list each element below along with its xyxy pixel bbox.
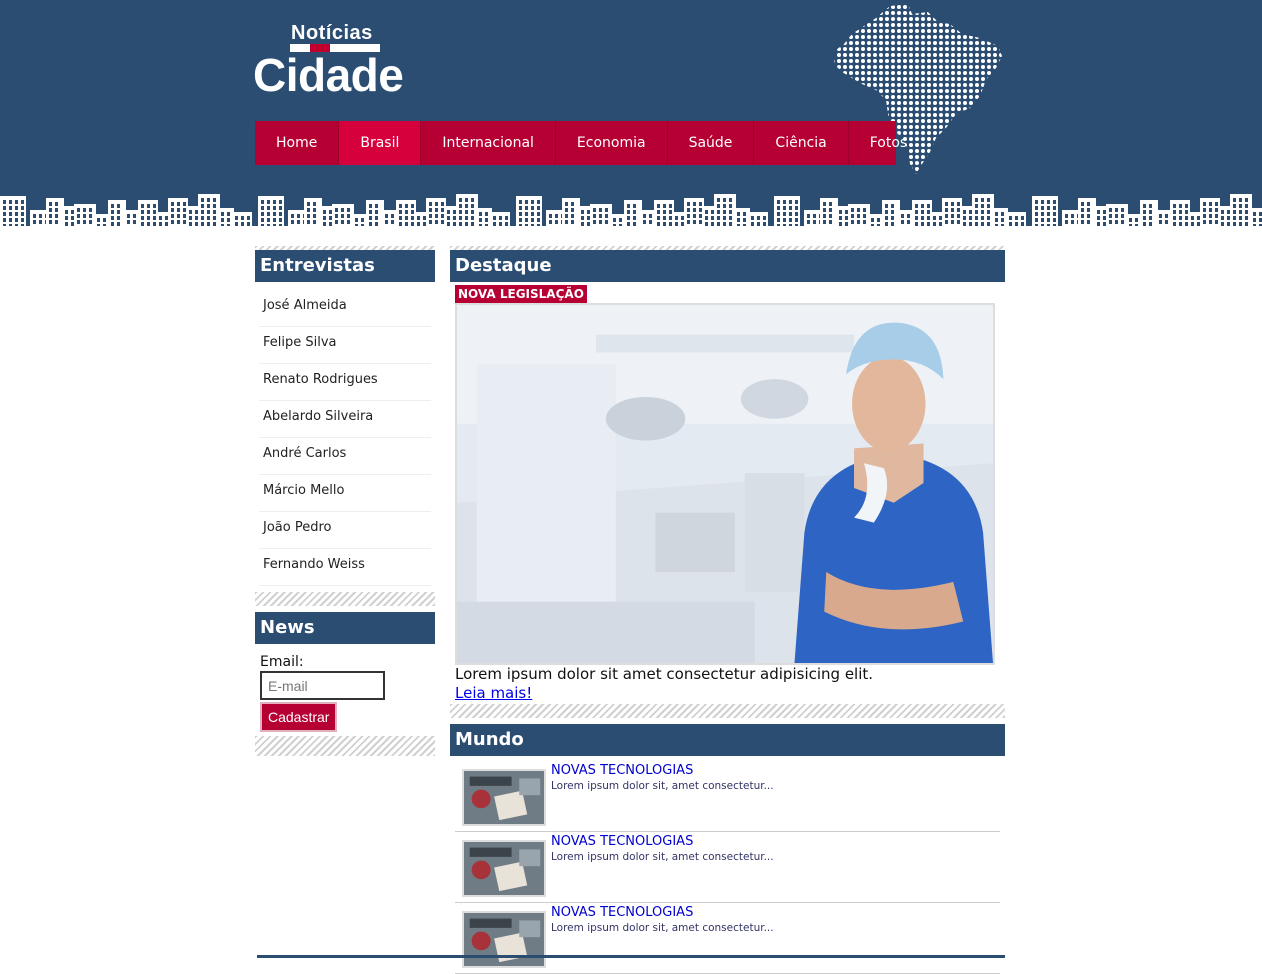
- email-label: Email:: [260, 654, 304, 670]
- interview-link[interactable]: José Almeida: [259, 290, 431, 327]
- signup-button[interactable]: Cadastrar: [260, 702, 338, 732]
- interview-link[interactable]: Fernando Weiss: [259, 549, 431, 586]
- nav-item-fotos[interactable]: Fotos: [849, 121, 928, 165]
- news-title[interactable]: NOVAS TECNOLOGIAS: [551, 905, 693, 920]
- logo-top-text: Notícias: [291, 22, 373, 44]
- nav-item-home[interactable]: Home: [255, 121, 340, 165]
- divider: [450, 704, 1005, 718]
- interview-link[interactable]: Márcio Mello: [259, 475, 431, 512]
- email-field[interactable]: [260, 671, 385, 700]
- category-badge: NOVA LEGISLAÇÃO: [455, 285, 587, 303]
- logo-bottom-text: Cidade: [253, 49, 404, 101]
- site-header: Notícias Cidade Home Brasil Internacional E…: [0, 0, 1262, 236]
- news-heading: News: [255, 612, 435, 644]
- news-thumbnail[interactable]: [462, 911, 546, 968]
- newsletter-form: Email: Cadastrar: [255, 644, 435, 732]
- interviews-heading: Entrevistas: [255, 250, 435, 282]
- interview-link[interactable]: Renato Rodrigues: [259, 364, 431, 401]
- news-description: Lorem ipsum dolor sit, amet consectetur.…: [551, 780, 774, 792]
- world-heading: Mundo: [450, 724, 1005, 756]
- nav-item-economia[interactable]: Economia: [556, 121, 668, 165]
- world-news-item[interactable]: NOVAS TECNOLOGIAS Lorem ipsum dolor sit, …: [455, 903, 1000, 974]
- divider: [255, 592, 435, 606]
- nav-item-internacional[interactable]: Internacional: [421, 121, 556, 165]
- main-content: Destaque NOVA LEGISLAÇÃO Lorem ipsum dol…: [450, 246, 1005, 974]
- featured-image[interactable]: [455, 303, 995, 665]
- nav-item-brasil[interactable]: Brasil: [339, 121, 422, 165]
- interview-link[interactable]: Felipe Silva: [259, 327, 431, 364]
- world-news-item[interactable]: NOVAS TECNOLOGIAS Lorem ipsum dolor sit, …: [455, 761, 1000, 832]
- featured-heading: Destaque: [450, 250, 1005, 282]
- sidebar: Entrevistas José Almeida Felipe Silva Rena…: [255, 246, 435, 756]
- news-title[interactable]: NOVAS TECNOLOGIAS: [551, 834, 693, 849]
- divider: [255, 736, 435, 756]
- news-thumbnail[interactable]: [462, 769, 546, 826]
- read-more-link[interactable]: Leia mais!: [455, 684, 532, 702]
- world-news-item[interactable]: NOVAS TECNOLOGIAS Lorem ipsum dolor sit, …: [455, 832, 1000, 903]
- interviews-list: José Almeida Felipe Silva Renato Rodrigues…: [255, 282, 435, 586]
- news-title[interactable]: NOVAS TECNOLOGIAS: [551, 763, 693, 778]
- featured-summary: Lorem ipsum dolor sit amet consectetur a…: [455, 665, 874, 683]
- news-description: Lorem ipsum dolor sit, amet consectetur.…: [551, 851, 774, 863]
- news-description: Lorem ipsum dolor sit, amet consectetur.…: [551, 922, 774, 934]
- city-skyline-decoration: [0, 194, 1262, 236]
- nav-item-saúde[interactable]: Saúde: [668, 121, 755, 165]
- nav-item-ciência[interactable]: Ciência: [754, 121, 849, 165]
- world-news-list: NOVAS TECNOLOGIAS Lorem ipsum dolor sit, …: [455, 761, 1000, 974]
- main-nav: Home Brasil Internacional Economia Saúde Ciên…: [255, 121, 907, 165]
- interview-link[interactable]: João Pedro: [259, 512, 431, 549]
- interview-link[interactable]: André Carlos: [259, 438, 431, 475]
- interview-link[interactable]: Abelardo Silveira: [259, 401, 431, 438]
- news-thumbnail[interactable]: [462, 840, 546, 897]
